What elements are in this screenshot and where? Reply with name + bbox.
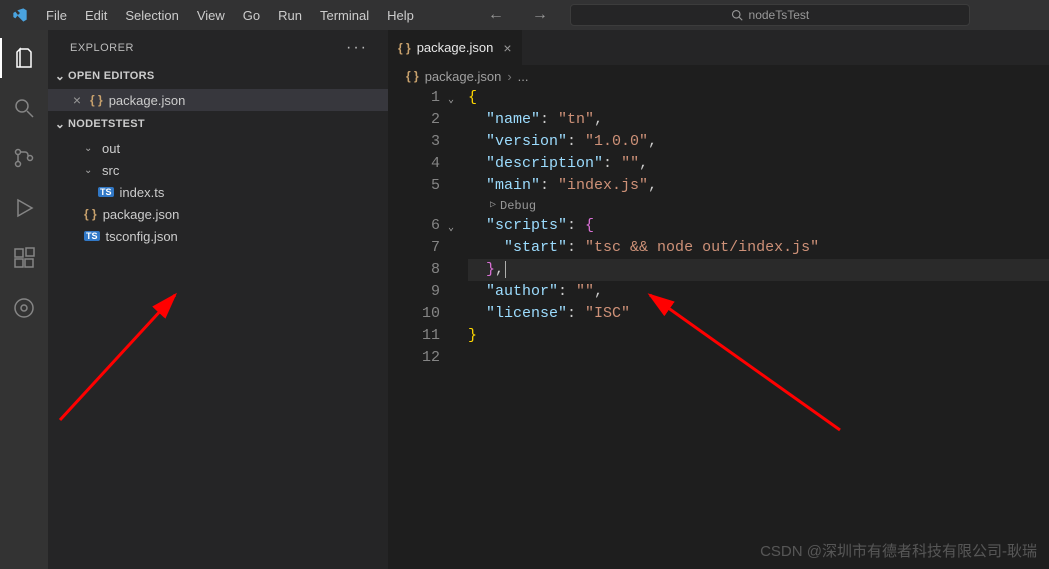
activity-search-icon[interactable]	[0, 88, 48, 128]
code-line[interactable]: "name": "tn",	[468, 109, 1049, 131]
breadcrumb[interactable]: { } package.json › ...	[388, 65, 1049, 87]
braces-icon: { }	[398, 41, 411, 55]
close-icon[interactable]: ×	[70, 92, 84, 108]
breadcrumb-more: ...	[518, 69, 529, 84]
activity-bar	[0, 30, 48, 569]
code-line[interactable]: },	[468, 259, 1049, 281]
watermark: CSDN @深圳市有德者科技有限公司-耿瑞	[760, 540, 1037, 561]
code-line[interactable]: "author": "",	[468, 281, 1049, 303]
line-number: 11	[388, 325, 440, 347]
code-line[interactable]: "scripts": {	[468, 215, 1049, 237]
titlebar: FileEditSelectionViewGoRunTerminalHelp ←…	[0, 0, 1049, 30]
menu-view[interactable]: View	[189, 4, 233, 27]
line-number: 6⌄	[388, 215, 440, 237]
sidebar-more-icon[interactable]: ···	[346, 39, 368, 57]
open-editor-item[interactable]: × { } package.json	[48, 89, 388, 111]
code-line[interactable]: }	[468, 325, 1049, 347]
line-number: 12	[388, 347, 440, 369]
activity-extensions-icon[interactable]	[0, 238, 48, 278]
menu-edit[interactable]: Edit	[77, 4, 115, 27]
line-number: 8	[388, 259, 440, 281]
editor-group: { } package.json × { } package.json › ..…	[388, 30, 1049, 569]
command-center-search[interactable]: nodeTsTest	[570, 4, 970, 26]
code-line[interactable]: "version": "1.0.0",	[468, 131, 1049, 153]
code-line[interactable]: "description": "",	[468, 153, 1049, 175]
braces-icon: { }	[406, 69, 419, 83]
tree-label: package.json	[103, 207, 180, 222]
braces-icon: { }	[90, 93, 103, 107]
sidebar-title: EXPLORER	[70, 42, 134, 54]
menu-file[interactable]: File	[38, 4, 75, 27]
line-number: 4	[388, 153, 440, 175]
vscode-logo-icon	[12, 7, 28, 23]
code-line[interactable]: {	[468, 87, 1049, 109]
line-number: 1⌄	[388, 87, 440, 109]
tab-label: package.json	[417, 40, 494, 55]
tab-bar: { } package.json ×	[388, 30, 1049, 65]
code-editor[interactable]: 1⌄2345 6⌄789101112 { "name": "tn", "versi…	[388, 87, 1049, 569]
tree-label: out	[102, 141, 120, 156]
workspace-header[interactable]: ⌄ NODETSTEST	[48, 113, 388, 135]
menu-terminal[interactable]: Terminal	[312, 4, 377, 27]
nav-back-icon[interactable]: ←	[482, 4, 510, 26]
file-label: package.json	[109, 93, 186, 108]
code-line[interactable]: "start": "tsc && node out/index.js"	[468, 237, 1049, 259]
play-icon: ▷	[490, 195, 496, 217]
activity-scm-icon[interactable]	[0, 138, 48, 178]
tree-label: tsconfig.json	[106, 229, 178, 244]
menu-help[interactable]: Help	[379, 4, 422, 27]
line-number: 2	[388, 109, 440, 131]
line-number: 3	[388, 131, 440, 153]
codelens-debug[interactable]: ▷Debug	[468, 197, 1049, 215]
menu-run[interactable]: Run	[270, 4, 310, 27]
activity-remote-icon[interactable]	[0, 288, 48, 328]
breadcrumb-item: package.json	[425, 69, 502, 84]
chevron-down-icon: ⌄	[84, 143, 96, 154]
code-line[interactable]	[468, 347, 1049, 369]
menu-selection[interactable]: Selection	[117, 4, 186, 27]
chevron-down-icon: ⌄	[52, 69, 68, 83]
search-icon	[731, 9, 743, 21]
file-item[interactable]: { } package.json	[48, 203, 388, 225]
tab-package-json[interactable]: { } package.json ×	[388, 30, 523, 65]
tree-label: src	[102, 163, 119, 178]
folder-item[interactable]: ⌄ out	[48, 137, 388, 159]
chevron-down-icon: ⌄	[52, 117, 68, 131]
code-line[interactable]: "main": "index.js",	[468, 175, 1049, 197]
explorer-sidebar: EXPLORER ··· ⌄ OPEN EDITORS × { } packag…	[48, 30, 388, 569]
file-item[interactable]: TS tsconfig.json	[48, 225, 388, 247]
line-number: 9	[388, 281, 440, 303]
line-number: 7	[388, 237, 440, 259]
ts-icon: TS	[98, 187, 114, 197]
file-item[interactable]: TS index.ts	[48, 181, 388, 203]
chevron-down-icon: ⌄	[84, 165, 96, 176]
activity-debug-icon[interactable]	[0, 188, 48, 228]
braces-icon: { }	[84, 207, 97, 221]
menu-bar: FileEditSelectionViewGoRunTerminalHelp	[38, 4, 422, 27]
nav-forward-icon[interactable]: →	[526, 4, 554, 26]
code-line[interactable]: "license": "ISC"	[468, 303, 1049, 325]
ts-icon: TS	[84, 231, 100, 241]
folder-item[interactable]: ⌄ src	[48, 159, 388, 181]
activity-explorer-icon[interactable]	[0, 38, 48, 78]
open-editors-header[interactable]: ⌄ OPEN EDITORS	[48, 65, 388, 87]
close-icon[interactable]: ×	[503, 40, 511, 56]
chevron-right-icon: ›	[507, 69, 511, 84]
line-number: 5	[388, 175, 440, 197]
search-placeholder: nodeTsTest	[749, 8, 810, 22]
line-number: 10	[388, 303, 440, 325]
menu-go[interactable]: Go	[235, 4, 268, 27]
tree-label: index.ts	[120, 185, 165, 200]
